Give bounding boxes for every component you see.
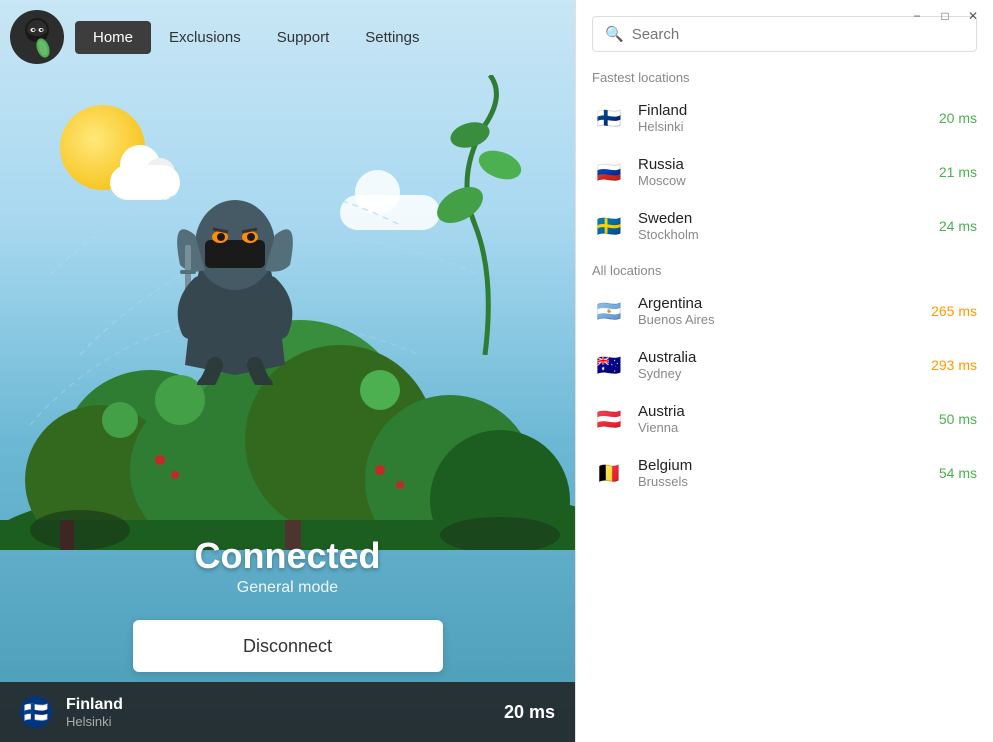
connected-area: Connected General mode — [0, 535, 575, 597]
maximize-button[interactable]: □ — [933, 6, 957, 26]
latency-austria: 50 ms — [939, 411, 977, 427]
flag-australia: 🇦🇺 — [592, 348, 626, 382]
status-latency: 20 ms — [504, 702, 555, 723]
all-section-label: All locations — [576, 253, 993, 284]
minimize-button[interactable]: − — [905, 6, 929, 26]
latency-sweden: 24 ms — [939, 218, 977, 234]
location-item-belgium[interactable]: 🇧🇪 Belgium Brussels 54 ms — [576, 446, 993, 500]
city-finland: Helsinki — [638, 119, 927, 134]
status-city: Helsinki — [66, 714, 490, 729]
latency-argentina: 265 ms — [931, 303, 977, 319]
status-location: Finland Helsinki — [66, 696, 490, 729]
ninja-illustration — [170, 185, 300, 385]
flag-finland: 🇫🇮 — [592, 101, 626, 135]
location-info-austria: Austria Vienna — [638, 403, 927, 435]
illustration — [0, 75, 575, 555]
flag-austria: 🇦🇹 — [592, 402, 626, 436]
city-austria: Vienna — [638, 420, 927, 435]
location-info-sweden: Sweden Stockholm — [638, 210, 927, 242]
country-argentina: Argentina — [638, 295, 919, 312]
location-info-finland: Finland Helsinki — [638, 102, 927, 134]
title-bar: − □ ✕ — [0, 0, 993, 32]
location-info-russia: Russia Moscow — [638, 156, 927, 188]
left-panel: Home Exclusions Support Settings — [0, 0, 575, 742]
status-flag: 🇫🇮 — [20, 696, 52, 728]
location-item-sweden[interactable]: 🇸🇪 Sweden Stockholm 24 ms — [576, 199, 993, 253]
location-item-russia[interactable]: 🇷🇺 Russia Moscow 21 ms — [576, 145, 993, 199]
flag-belgium: 🇧🇪 — [592, 456, 626, 490]
latency-belgium: 54 ms — [939, 465, 977, 481]
country-belgium: Belgium — [638, 457, 927, 474]
disconnect-button-wrap: Disconnect — [133, 620, 443, 672]
flag-sweden: 🇸🇪 — [592, 209, 626, 243]
country-austria: Austria — [638, 403, 927, 420]
flag-argentina: 🇦🇷 — [592, 294, 626, 328]
location-info-argentina: Argentina Buenos Aires — [638, 295, 919, 327]
status-bar: 🇫🇮 Finland Helsinki 20 ms — [0, 682, 575, 742]
location-info-australia: Australia Sydney — [638, 349, 919, 381]
city-russia: Moscow — [638, 173, 927, 188]
latency-russia: 21 ms — [939, 164, 977, 180]
country-russia: Russia — [638, 156, 927, 173]
flag-russia: 🇷🇺 — [592, 155, 626, 189]
close-button[interactable]: ✕ — [961, 6, 985, 26]
city-argentina: Buenos Aires — [638, 312, 919, 327]
location-item-argentina[interactable]: 🇦🇷 Argentina Buenos Aires 265 ms — [576, 284, 993, 338]
location-item-finland[interactable]: 🇫🇮 Finland Helsinki 20 ms — [576, 91, 993, 145]
status-country: Finland — [66, 696, 490, 714]
city-australia: Sydney — [638, 366, 919, 381]
mode-label: General mode — [0, 579, 575, 597]
latency-finland: 20 ms — [939, 110, 977, 126]
city-sweden: Stockholm — [638, 227, 927, 242]
fastest-section-label: Fastest locations — [576, 60, 993, 91]
vine-illustration — [425, 75, 545, 355]
location-item-austria[interactable]: 🇦🇹 Austria Vienna 50 ms — [576, 392, 993, 446]
country-australia: Australia — [638, 349, 919, 366]
connected-label: Connected — [0, 535, 575, 577]
location-item-australia[interactable]: 🇦🇺 Australia Sydney 293 ms — [576, 338, 993, 392]
disconnect-button[interactable]: Disconnect — [133, 620, 443, 672]
location-info-belgium: Belgium Brussels — [638, 457, 927, 489]
country-finland: Finland — [638, 102, 927, 119]
right-panel: 🔍 Fastest locations 🇫🇮 Finland Helsinki … — [575, 0, 993, 742]
location-list: Fastest locations 🇫🇮 Finland Helsinki 20… — [576, 60, 993, 742]
city-belgium: Brussels — [638, 474, 927, 489]
country-sweden: Sweden — [638, 210, 927, 227]
latency-australia: 293 ms — [931, 357, 977, 373]
